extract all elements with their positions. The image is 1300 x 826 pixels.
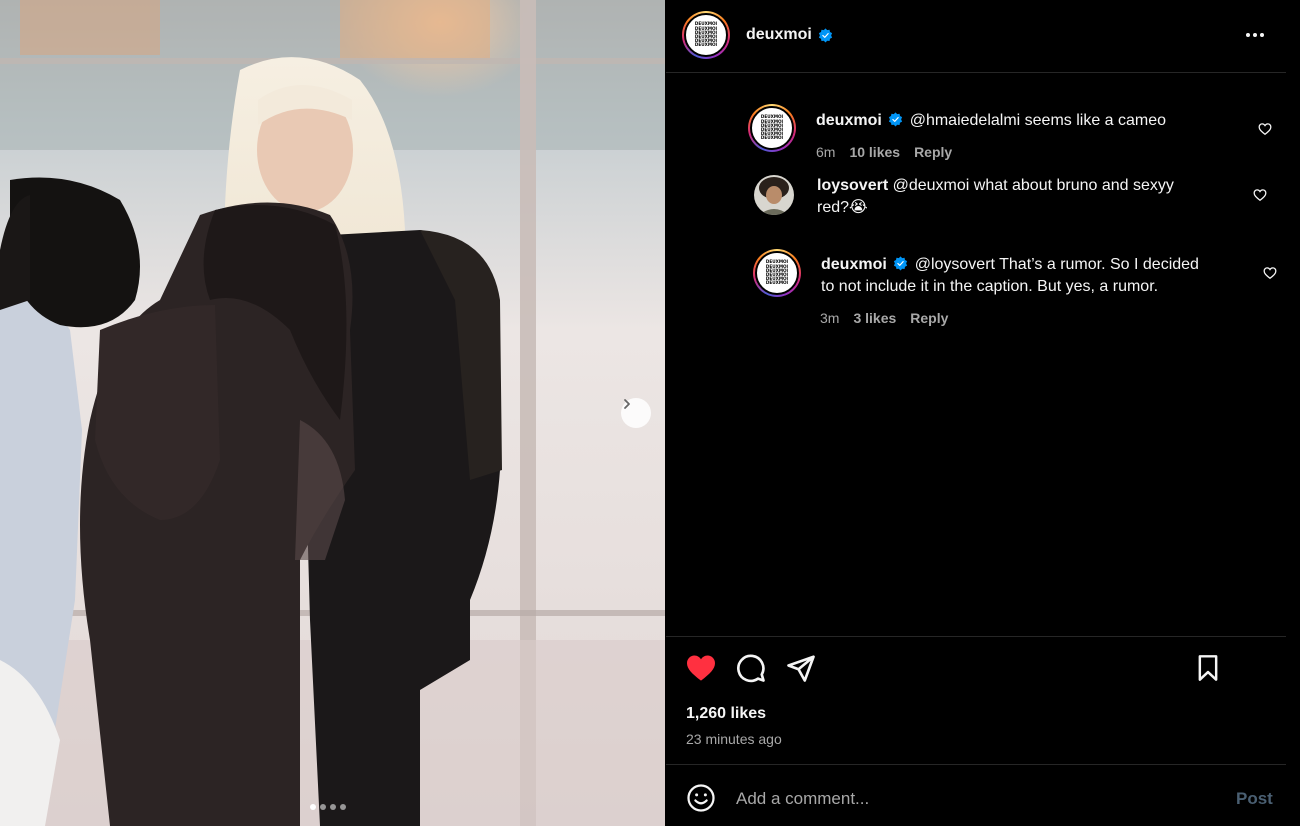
comment-item: DEUXMOI DEUXMOI DEUXMOI DEUXMOI DEUXMOI … [753,249,1283,334]
comment-meta: 3m 3 likes Reply [820,310,948,326]
emoji-picker-icon[interactable] [686,783,716,813]
post-comment-button[interactable]: Post [1236,789,1273,809]
carousel-dot [320,804,326,810]
post-timestamp[interactable]: 23 minutes ago [686,731,782,747]
comment-likes[interactable]: 10 likes [849,144,900,160]
crying-emoji: 😭 [849,199,868,216]
divider [666,636,1286,637]
comment-avatar[interactable] [754,175,794,215]
comment-reply-button[interactable]: Reply [914,144,952,160]
photo-illustration [0,0,665,826]
avatar-logo-text: DEUXMOI [760,135,784,141]
comment-username[interactable]: loysovert [817,177,888,194]
avatar-logo: DEUXMOI DEUXMOI DEUXMOI DEUXMOI DEUXMOI … [684,13,728,57]
author-avatar[interactable]: DEUXMOI DEUXMOI DEUXMOI DEUXMOI DEUXMOI … [682,11,730,59]
divider [666,764,1286,765]
user-photo-avatar [754,175,794,215]
window-edge [1286,0,1300,826]
comment-meta: 6m 10 likes Reply [816,144,952,160]
carousel-dot [340,804,346,810]
post-header: DEUXMOI DEUXMOI DEUXMOI DEUXMOI DEUXMOI … [666,0,1286,73]
comment-item: loysovert @deuxmoi what about bruno and … [754,173,1279,233]
comment-text: deuxmoi @loysovert That’s a rumor. So I … [821,254,1251,298]
likes-count[interactable]: 1,260 likes [686,705,766,723]
like-heart-icon[interactable] [684,652,718,684]
avatar-logo-text: DEUXMOI [694,42,718,48]
comment-like-icon[interactable] [1258,122,1272,136]
comment-username[interactable]: deuxmoi [821,256,887,273]
post-photo[interactable] [0,0,665,826]
avatar-logo: DEUXMOI DEUXMOI DEUXMOI DEUXMOI DEUXMOI … [750,106,794,150]
add-comment-input[interactable] [736,786,1206,812]
comment-text: loysovert @deuxmoi what about bruno and … [817,175,1237,219]
carousel-dot [330,804,336,810]
verified-badge-icon [889,112,903,127]
save-bookmark-icon[interactable] [1194,653,1222,683]
comment-reply-button[interactable]: Reply [910,310,948,326]
chevron-right-icon [624,399,630,409]
comment-content: @hmaiedelalmi seems like a cameo [909,112,1167,129]
verified-badge-icon [818,27,832,42]
carousel-indicator [310,804,346,810]
avatar-logo: DEUXMOI DEUXMOI DEUXMOI DEUXMOI DEUXMOI … [755,251,799,295]
share-send-icon[interactable] [786,653,816,683]
carousel-dot [310,804,316,810]
comment-avatar[interactable]: DEUXMOI DEUXMOI DEUXMOI DEUXMOI DEUXMOI … [753,249,801,297]
more-options-icon[interactable] [1244,24,1266,46]
verified-badge-icon [894,256,908,271]
comment-text: deuxmoi @hmaiedelalmi seems like a cameo [816,110,1236,132]
comment-like-icon[interactable] [1253,188,1267,202]
comment-content: @loysovert That’s a rumor. So I decided [914,256,1199,273]
comment-time: 6m [816,144,836,160]
avatar-logo-text: DEUXMOI [765,280,789,286]
comment-like-icon[interactable] [1263,266,1277,280]
post-sidebar: DEUXMOI DEUXMOI DEUXMOI DEUXMOI DEUXMOI … [666,0,1286,826]
comment-item: DEUXMOI DEUXMOI DEUXMOI DEUXMOI DEUXMOI … [748,104,1278,164]
comment-content: to not include it in the caption. But ye… [821,278,1159,295]
comment-time: 3m [820,310,840,326]
author-username[interactable]: deuxmoi [746,26,812,44]
comment-icon[interactable] [736,653,766,683]
comment-likes[interactable]: 3 likes [853,310,896,326]
comment-avatar[interactable]: DEUXMOI DEUXMOI DEUXMOI DEUXMOI DEUXMOI … [748,104,796,152]
author-info: deuxmoi [746,26,833,44]
comment-content: @deuxmoi what about bruno and sexyy [892,177,1174,194]
comment-content: red? [817,199,850,216]
carousel-next-button[interactable] [621,398,651,428]
comment-username[interactable]: deuxmoi [816,112,882,129]
